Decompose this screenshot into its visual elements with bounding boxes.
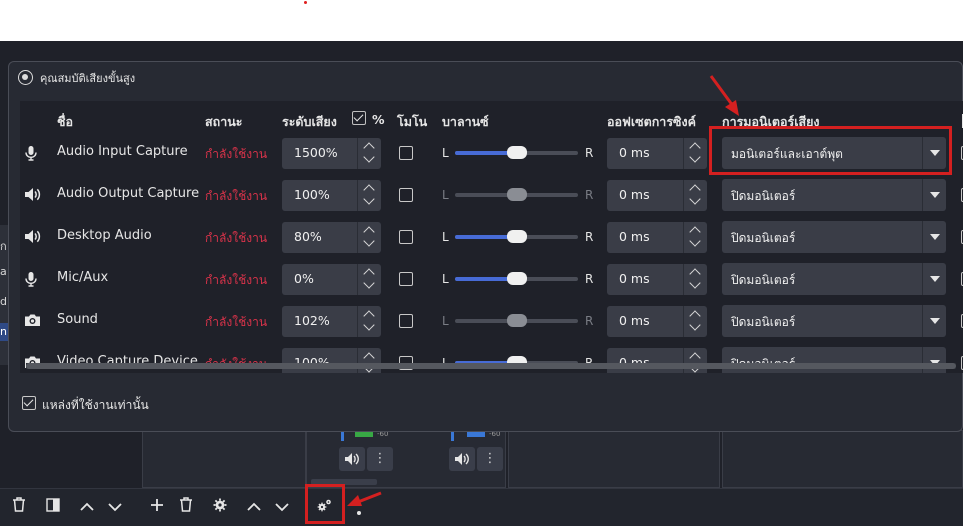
annotation-arrows (347, 75, 739, 506)
highlight-box-advanced-audio (305, 484, 345, 524)
